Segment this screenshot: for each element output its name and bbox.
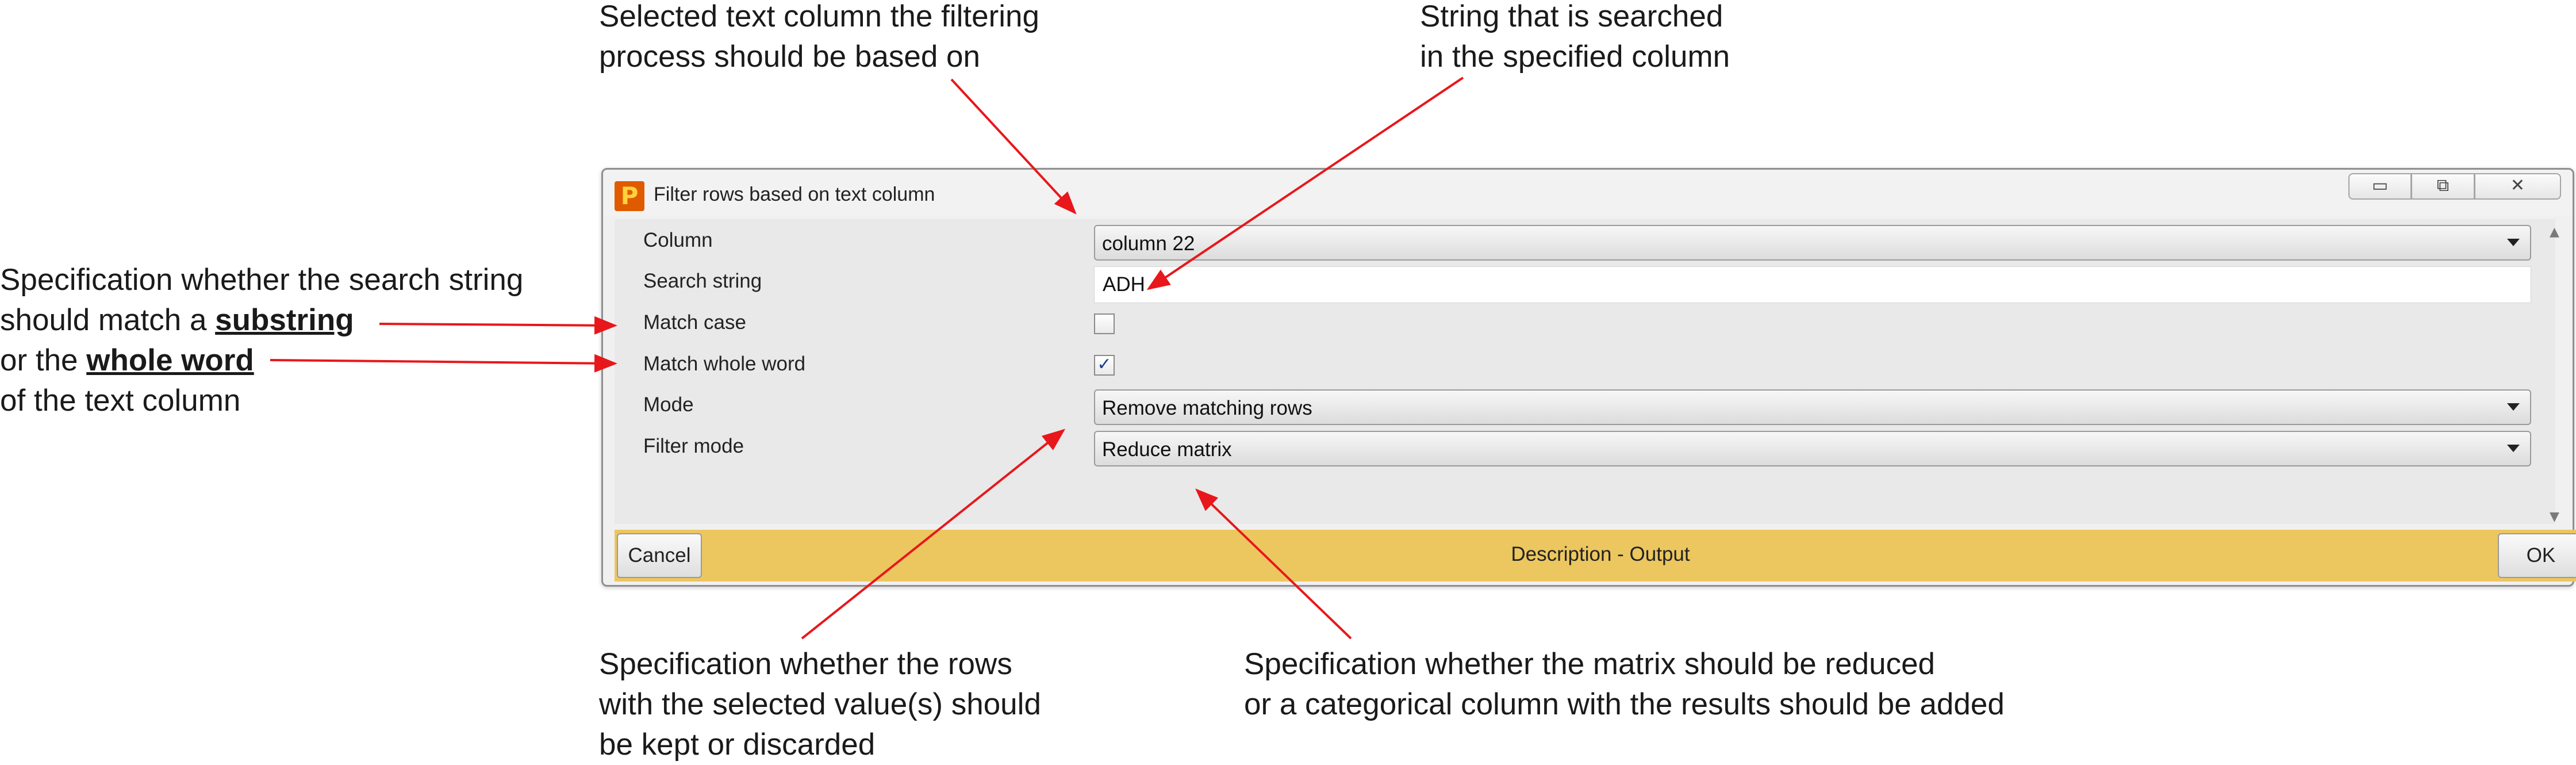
- arrow-substring: [379, 316, 617, 335]
- annotation-arrows: [270, 76, 1464, 640]
- arrow-column: [950, 78, 1077, 215]
- arrow-mode: [801, 429, 1066, 640]
- arrow-search: [1146, 76, 1464, 290]
- arrow-filter-mode: [1195, 488, 1352, 640]
- arrow-whole-word: [270, 354, 617, 373]
